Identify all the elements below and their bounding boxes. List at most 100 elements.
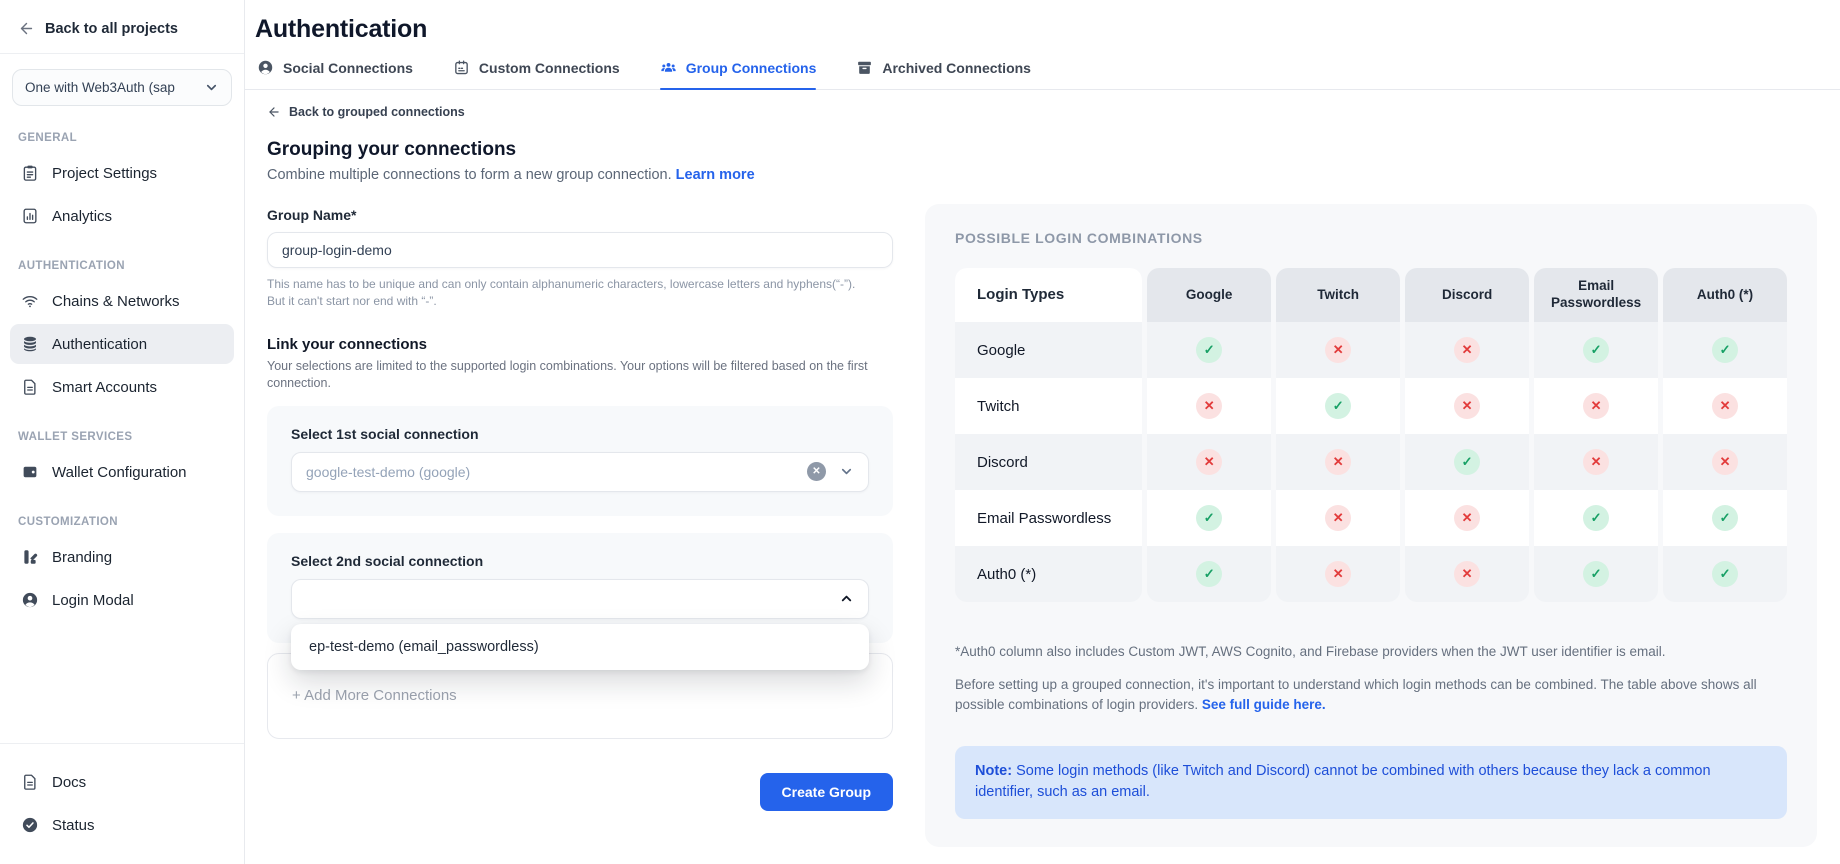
combo-cell-discord-twitch: ✕ — [1276, 434, 1400, 490]
combo-row-label-google: Google — [955, 322, 1142, 378]
main-area: Authentication Social Connections Custom … — [245, 0, 1840, 864]
sidebar-nav: GENERALProject SettingsAnalyticsAUTHENTI… — [0, 108, 244, 623]
form-subheading: Combine multiple connections to form a n… — [267, 167, 893, 183]
combo-cell-auth0-auth0: ✓ — [1663, 546, 1787, 602]
sidebar-item-label: Chains & Networks — [52, 293, 180, 310]
sidebar-item-label: Docs — [52, 774, 86, 791]
tab-label: Archived Connections — [882, 60, 1031, 76]
combo-header-auth0: Auth0 (*) — [1663, 268, 1787, 322]
file-icon — [21, 378, 39, 396]
tab-custom-connections[interactable]: Custom Connections — [453, 59, 620, 89]
see-full-guide-link[interactable]: See full guide here. — [1202, 697, 1326, 712]
cross-icon: ✕ — [1196, 449, 1222, 475]
cross-icon: ✕ — [1454, 505, 1480, 531]
back-to-grouped-connections-link[interactable]: Back to grouped connections — [267, 105, 893, 119]
sidebar-item-login-modal[interactable]: Login Modal — [10, 580, 234, 620]
learn-more-link[interactable]: Learn more — [676, 167, 755, 183]
chevron-down-icon — [204, 80, 219, 95]
project-selector[interactable]: One with Web3Auth (sap — [12, 69, 232, 106]
sidebar-item-authentication[interactable]: Authentication — [10, 324, 234, 364]
combo-cell-email-passwordless-twitch: ✕ — [1276, 490, 1400, 546]
combo-row-label-twitch: Twitch — [955, 378, 1142, 434]
sidebar-item-docs[interactable]: Docs — [10, 762, 234, 802]
sidebar-item-branding[interactable]: Branding — [10, 537, 234, 577]
first-connection-label: Select 1st social connection — [291, 426, 869, 442]
sidebar-item-project-settings[interactable]: Project Settings — [10, 153, 234, 193]
group-name-input[interactable]: group-login-demo — [267, 232, 893, 268]
combo-column-google: Google✓✕✕✓✓ — [1147, 268, 1271, 602]
create-group-button[interactable]: Create Group — [760, 773, 893, 811]
combo-column-email-passwordless: Email Passwordless✓✕✕✓✓ — [1534, 268, 1658, 602]
sidebar-item-wallet-configuration[interactable]: Wallet Configuration — [10, 452, 234, 492]
arrow-left-icon — [18, 20, 35, 37]
sidebar-footer: Docs Status — [0, 743, 244, 864]
link-connections-heading: Link your connections — [267, 336, 893, 353]
first-connection-value: google-test-demo (google) — [306, 464, 470, 480]
check-icon: ✓ — [1196, 561, 1222, 587]
group-name-label: Group Name* — [267, 207, 893, 223]
sidebar-item-label: Branding — [52, 549, 112, 566]
back-to-projects-link[interactable]: Back to all projects — [0, 0, 244, 53]
sidebar-item-chains-networks[interactable]: Chains & Networks — [10, 281, 234, 321]
first-connection-select[interactable]: google-test-demo (google) ✕ — [291, 452, 869, 492]
combo-column-discord: Discord✕✕✓✕✕ — [1405, 268, 1529, 602]
cross-icon: ✕ — [1454, 561, 1480, 587]
combo-cell-twitch-discord: ✕ — [1405, 378, 1529, 434]
login-combinations-table: Login TypesGoogleTwitchDiscordEmail Pass… — [955, 268, 1787, 602]
first-connection-card: Select 1st social connection google-test… — [267, 406, 893, 516]
cross-icon: ✕ — [1712, 393, 1738, 419]
cross-icon: ✕ — [1325, 561, 1351, 587]
combo-cell-email-passwordless-email-passwordless: ✓ — [1534, 490, 1658, 546]
cross-icon: ✕ — [1583, 449, 1609, 475]
page-title: Authentication — [255, 15, 1840, 44]
check-icon: ✓ — [1712, 505, 1738, 531]
second-connection-label: Select 2nd social connection — [291, 553, 869, 569]
combo-cell-discord-google: ✕ — [1147, 434, 1271, 490]
combo-header-login-types: Login Types — [955, 268, 1142, 322]
combo-row-label-email-passwordless: Email Passwordless — [955, 490, 1142, 546]
check-circle-icon — [21, 816, 39, 834]
sidebar-item-analytics[interactable]: Analytics — [10, 196, 234, 236]
combo-cell-email-passwordless-discord: ✕ — [1405, 490, 1529, 546]
combo-cell-auth0-twitch: ✕ — [1276, 546, 1400, 602]
sidebar-item-label: Status — [52, 817, 95, 834]
group-name-helper: This name has to be unique and can only … — [267, 276, 893, 311]
sidebar-item-status[interactable]: Status — [10, 805, 234, 845]
cross-icon: ✕ — [1712, 449, 1738, 475]
note-label: Note: — [975, 763, 1012, 779]
combo-cell-google-twitch: ✕ — [1276, 322, 1400, 378]
cross-icon: ✕ — [1196, 393, 1222, 419]
tab-archived-connections[interactable]: Archived Connections — [856, 59, 1031, 89]
sidebar-item-smart-accounts[interactable]: Smart Accounts — [10, 367, 234, 407]
combo-cell-twitch-twitch: ✓ — [1276, 378, 1400, 434]
check-icon: ✓ — [1712, 561, 1738, 587]
cross-icon: ✕ — [1454, 393, 1480, 419]
combo-column-auth0: Auth0 (*) ✓ ✕ ✕ ✓ ✓ — [1663, 268, 1787, 602]
combo-cell-google-auth0: ✓ — [1663, 322, 1787, 378]
back-to-projects-label: Back to all projects — [45, 21, 178, 37]
tab-social-connections[interactable]: Social Connections — [257, 59, 413, 89]
cross-icon: ✕ — [1325, 505, 1351, 531]
clear-selection-icon[interactable]: ✕ — [807, 462, 826, 481]
user-circle-icon — [21, 591, 39, 609]
tab-group-connections[interactable]: Group Connections — [660, 59, 817, 89]
combo-cell-twitch-auth0: ✕ — [1663, 378, 1787, 434]
combo-cell-auth0-email-passwordless: ✓ — [1534, 546, 1658, 602]
tab-label: Group Connections — [686, 60, 817, 76]
branding-icon — [21, 548, 39, 566]
dropdown-option-ep-test-demo[interactable]: ep-test-demo (email_passwordless) — [291, 624, 869, 670]
arrow-left-icon — [267, 105, 281, 119]
cross-icon: ✕ — [1583, 393, 1609, 419]
login-combinations-panel: POSSIBLE LOGIN COMBINATIONS Login TypesG… — [925, 204, 1817, 847]
tab-label: Custom Connections — [479, 60, 620, 76]
second-connection-select[interactable] — [291, 579, 869, 619]
check-icon: ✓ — [1712, 337, 1738, 363]
sidebar-spacer — [0, 623, 244, 743]
sidebar-item-label: Project Settings — [52, 165, 157, 182]
cross-icon: ✕ — [1325, 337, 1351, 363]
cross-icon: ✕ — [1454, 337, 1480, 363]
database-icon — [21, 335, 39, 353]
check-icon: ✓ — [1454, 449, 1480, 475]
combo-cell-discord-auth0: ✕ — [1663, 434, 1787, 490]
person-icon — [257, 59, 274, 76]
